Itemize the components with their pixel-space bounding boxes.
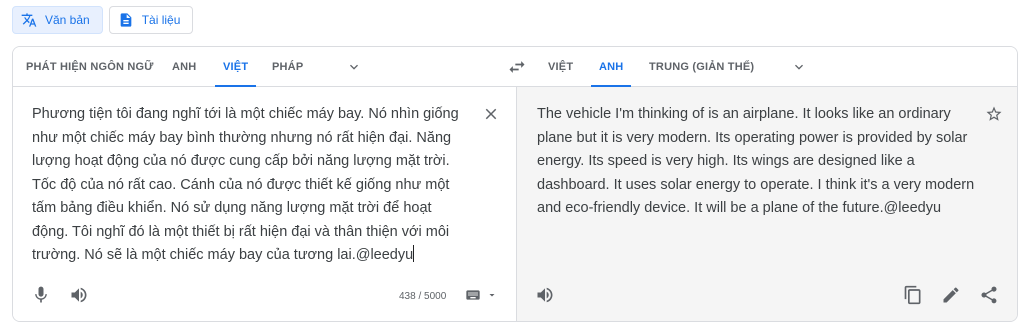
tab-source-french[interactable]: PHÁP — [272, 47, 303, 87]
source-more-languages-chevron-down-icon[interactable] — [346, 59, 362, 75]
listen-source-speaker-icon[interactable] — [69, 285, 89, 305]
document-mode-label: Tài liệu — [141, 13, 181, 27]
text-caret — [413, 245, 415, 262]
tab-source-english[interactable]: ANH — [172, 47, 196, 87]
target-more-languages-chevron-down-icon[interactable] — [791, 59, 807, 75]
mode-bar: Văn bản Tài liệu — [12, 6, 194, 34]
tab-target-vietnamese[interactable]: VIỆT — [548, 47, 573, 87]
share-icon[interactable] — [979, 285, 999, 305]
tab-source-vietnamese[interactable]: VIỆT — [214, 47, 257, 87]
translation-pane: The vehicle I'm thinking of is an airpla… — [516, 87, 1017, 321]
save-translation-star-icon[interactable] — [985, 105, 1003, 123]
microphone-icon[interactable] — [31, 285, 51, 305]
source-text: Phương tiện tôi đang nghĩ tới là một chi… — [32, 106, 459, 263]
character-count: 438 / 5000 — [399, 291, 447, 302]
text-mode-button[interactable]: Văn bản — [12, 6, 103, 34]
clear-close-icon[interactable] — [482, 105, 500, 123]
keyboard-menu-dropdown-icon[interactable] — [486, 289, 498, 301]
translation-text: The vehicle I'm thinking of is an airpla… — [537, 106, 975, 216]
listen-translation-speaker-icon[interactable] — [535, 285, 555, 305]
tab-target-chinese-simplified[interactable]: TRUNG (GIẢN THỂ) — [649, 47, 754, 87]
language-bar: PHÁT HIỆN NGÔN NGỮ ANH VIỆT PHÁP VIỆT AN… — [13, 47, 1017, 87]
text-mode-label: Văn bản — [45, 13, 90, 27]
source-pane: Phương tiện tôi đang nghĩ tới là một chi… — [13, 87, 516, 321]
swap-languages-icon[interactable] — [507, 57, 527, 77]
tab-detect-language[interactable]: PHÁT HIỆN NGÔN NGỮ — [26, 47, 154, 87]
translate-icon — [21, 12, 37, 28]
copy-translation-icon[interactable] — [903, 285, 923, 305]
document-icon — [118, 12, 134, 28]
keyboard-icon[interactable] — [464, 287, 482, 303]
tab-target-english[interactable]: ANH — [590, 47, 633, 87]
translator-card: PHÁT HIỆN NGÔN NGỮ ANH VIỆT PHÁP VIỆT AN… — [12, 46, 1018, 322]
source-text-input[interactable]: Phương tiện tôi đang nghĩ tới là một chi… — [32, 103, 462, 268]
document-mode-button[interactable]: Tài liệu — [108, 6, 194, 34]
edit-translation-pencil-icon[interactable] — [941, 285, 961, 305]
